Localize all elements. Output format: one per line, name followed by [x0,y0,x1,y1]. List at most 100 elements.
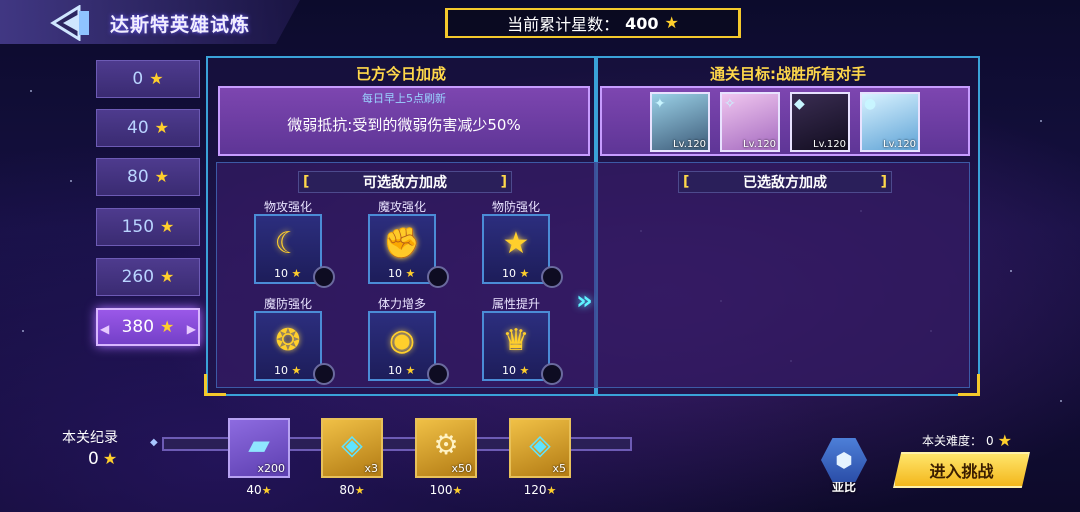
available-buffs-label: 可选敌方加成 [363,175,447,191]
buff-label: 物防强化 [491,200,540,214]
tier-label: 150 [121,217,155,237]
goal-heading: 通关目标:战胜所有对手 [710,65,866,83]
reward-req-value: 80 [339,483,355,497]
reward-requirement: 100★ [415,483,477,497]
buff-card-attr-up[interactable]: ♛ 10 ★ [482,311,550,381]
selected-buffs-label: 已选敌方加成 [743,175,827,191]
star-icon: ★ [354,484,365,497]
star-icon: ★ [405,364,416,377]
star-icon: ★ [149,69,164,88]
star-icon: ★ [519,267,530,280]
buff-card-phys-def[interactable]: ★ 10 ★ [482,214,550,284]
reward-chest-40[interactable]: ▰ x200 [228,418,290,478]
crystal-icon: ◈ [529,428,551,461]
buff-label: 属性提升 [491,297,540,311]
star-icon: ★ [997,430,1012,450]
opponent-level: Lv.120 [883,139,916,150]
buff-card-mag-atk[interactable]: ✊ 10 ★ [368,214,436,284]
reward-chest-100[interactable]: ⚙ x50 [415,418,477,478]
progress-start-icon: ◆ [150,437,158,448]
tier-label: 80 [127,167,149,187]
opponent-level: Lv.120 [673,139,706,150]
crest-icon: ❂ [275,323,301,358]
opponent-portrait[interactable]: ◆ Lv.120 [790,92,850,152]
buff-cost: 10 ★ [274,364,301,377]
tier-tab-80[interactable]: 80 ★ [96,158,200,196]
reward-requirement: 120★ [509,483,571,497]
opponent-portrait[interactable]: ✧ Lv.120 [720,92,780,152]
opponent-portrait[interactable]: ✦ Lv.120 [650,92,710,152]
star-icon: ★ [664,13,679,32]
buff-card-phys-atk[interactable]: ☾ 10 ★ [254,214,322,284]
bracket-left-icon: [ [303,174,310,190]
tier-label: 260 [121,267,155,287]
buff-select-toggle[interactable] [541,363,563,385]
reward-chest-80[interactable]: ◈ x3 [321,418,383,478]
star-icon: ★ [154,118,169,137]
eye-icon: ◉ [388,323,416,358]
selected-buffs-heading: [ 已选敌方加成 ] [678,171,892,193]
reward-requirement: 80★ [321,483,383,497]
buff-select-toggle[interactable] [541,266,563,288]
opponent-level: Lv.120 [813,139,846,150]
buff-refresh-note: 每日早上5点刷新 [362,92,446,105]
buff-cost-value: 10 [388,267,402,280]
arm-icon: ✊ [383,226,421,261]
star-icon: ★ [519,364,530,377]
star-icon: ★ [502,226,530,261]
star-icon: ★ [154,167,169,186]
bracket-left-icon: [ [683,174,690,190]
back-button[interactable] [48,4,94,42]
buff-label: 物攻强化 [263,200,312,214]
transfer-arrow-icon[interactable]: » [576,286,593,316]
our-buff-box: 每日早上5点刷新 微弱抵抗:受到的微弱伤害减少50% [218,86,590,156]
reward-req-value: 120 [523,483,547,497]
cube-icon: ⬢ [821,438,867,482]
buff-cost-value: 10 [274,364,288,377]
buff-cost-value: 10 [274,267,288,280]
reward-req-value: 100 [429,483,453,497]
record-value: 0 ★ [88,449,117,469]
buff-card-hp-up[interactable]: ◉ 10 ★ [368,311,436,381]
buff-cost: 10 ★ [388,364,415,377]
back-arrow-icon [50,5,89,41]
tier-tab-40[interactable]: 40 ★ [96,109,200,147]
difficulty-label: 本关难度： [922,434,983,448]
ally-button[interactable]: ⬢ 亚比 [816,438,872,498]
buff-select-toggle[interactable] [427,266,449,288]
enter-challenge-button[interactable]: 进入挑战 [893,452,1030,488]
difficulty-display: 本关难度： 0 ★ [922,432,1012,449]
buff-card-mag-def[interactable]: ❂ 10 ★ [254,311,322,381]
our-buff-heading: 已方今日加成 [355,65,446,83]
reward-count: x5 [552,462,566,475]
star-icon: ★ [291,267,302,280]
tier-tab-150[interactable]: 150 ★ [96,208,200,246]
buff-select-toggle[interactable] [313,266,335,288]
reward-requirement: 40★ [228,483,290,497]
card-icon: ▰ [248,428,270,461]
chevron-right-icon: ▶ [186,322,196,336]
star-icon: ★ [291,364,302,377]
buff-cost: 10 ★ [502,267,529,280]
buff-cost-value: 10 [388,364,402,377]
crystal-icon: ◈ [341,428,363,461]
reward-chest-120[interactable]: ◈ x5 [509,418,571,478]
opponent-portrait[interactable]: ● Lv.120 [860,92,920,152]
tier-tab-380[interactable]: ◀ 380 ★ ▶ [96,308,200,346]
reward-count: x200 [257,462,285,475]
buff-cost: 10 ★ [502,364,529,377]
helmet-icon: ♛ [502,323,530,358]
opponent-level: Lv.120 [743,139,776,150]
tier-tab-260[interactable]: 260 ★ [96,258,200,296]
buff-label: 体力增多 [377,297,426,311]
buff-select-toggle[interactable] [427,363,449,385]
tier-tab-0[interactable]: 0 ★ [96,60,200,98]
buff-cost-value: 10 [502,267,516,280]
reward-count: x50 [451,462,472,475]
sword-icon: ✦ [654,96,666,112]
buff-label: 魔攻强化 [377,200,426,214]
tier-label: 0 [132,69,144,89]
bracket-right-icon: ] [880,174,887,190]
bow-icon: ✧ [724,96,736,112]
buff-select-toggle[interactable] [313,363,335,385]
